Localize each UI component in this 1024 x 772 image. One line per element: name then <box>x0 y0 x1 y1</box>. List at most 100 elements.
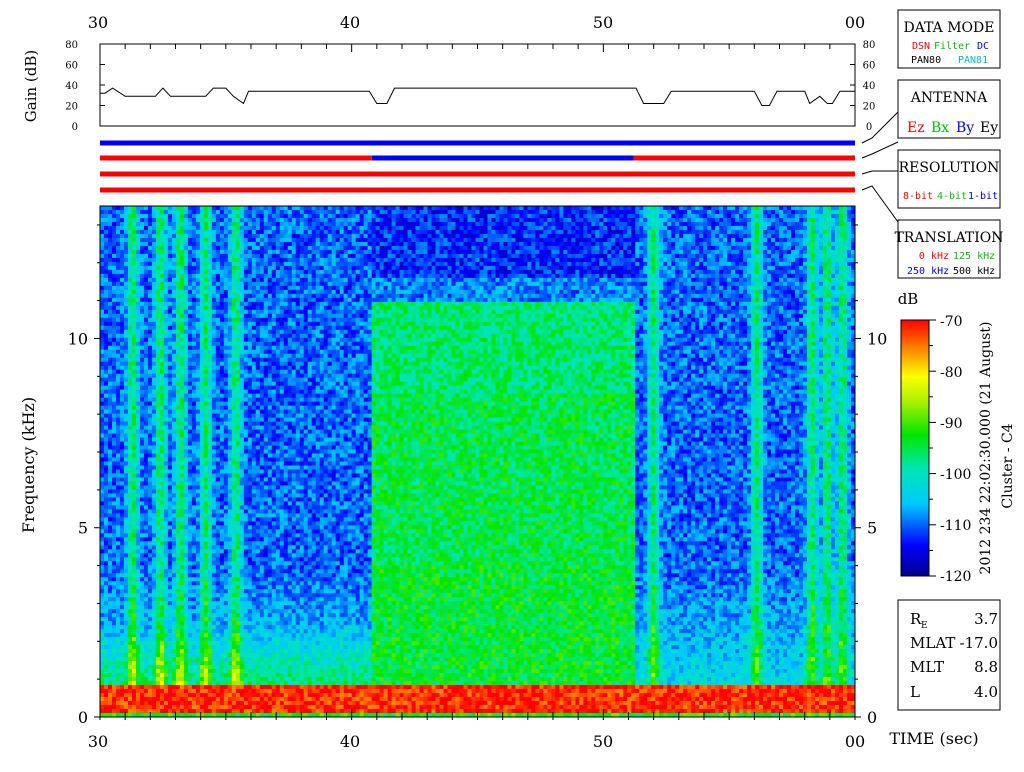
spectrogram-cell <box>108 629 112 633</box>
spectrogram-cell <box>192 657 196 661</box>
spectrogram-cell <box>176 430 180 434</box>
spectrogram-cell <box>240 302 244 306</box>
spectrogram-cell <box>164 314 168 318</box>
spectrogram-cell <box>188 709 192 713</box>
spectrogram-cell <box>128 669 132 673</box>
spectrogram-cell <box>108 493 112 497</box>
spectrogram-cell <box>212 242 216 246</box>
spectrogram-cell <box>136 250 140 254</box>
spectrogram-cell <box>124 382 128 386</box>
spectrogram-cell <box>164 270 168 274</box>
spectrogram-cell <box>144 234 148 238</box>
spectrogram-cell <box>136 418 140 422</box>
spectrogram-cell <box>232 681 236 685</box>
spectrogram-cell <box>116 358 120 362</box>
spectrogram-cell <box>116 509 120 513</box>
spectrogram-cell <box>240 477 244 481</box>
spectrogram-cell <box>208 697 212 701</box>
spectrogram-cell <box>240 509 244 513</box>
spectrogram-cell <box>144 314 148 318</box>
spectrogram-cell <box>212 282 216 286</box>
spectrogram-cell <box>172 513 176 517</box>
spectrogram-cell <box>180 557 184 561</box>
spectrogram-cell <box>204 382 208 386</box>
spectrogram-cell <box>164 458 168 462</box>
spectrogram-cell <box>240 533 244 537</box>
spectrogram-cell <box>148 609 152 613</box>
spectrogram-cell <box>240 362 244 366</box>
spectrogram-cell <box>184 493 188 497</box>
spectrogram-cell <box>152 585 156 589</box>
spectrogram-cell <box>120 242 124 246</box>
spectrogram-cell <box>120 469 124 473</box>
spectrogram-cell <box>208 262 212 266</box>
spectrogram-cell <box>176 270 180 274</box>
spectrogram-cell <box>120 697 124 701</box>
spectrogram-cell <box>120 258 124 262</box>
spectrogram-cell <box>140 509 144 513</box>
spectrogram-cell <box>200 342 204 346</box>
spectrogram-cell <box>156 266 160 270</box>
spectrogram-cell <box>176 274 180 278</box>
spectrogram-cell <box>220 410 224 414</box>
spectrogram-cell <box>104 222 108 226</box>
spectrogram-cell <box>148 382 152 386</box>
spectrogram-cell <box>244 653 248 657</box>
spectrogram-cell <box>224 469 228 473</box>
spectrogram-cell <box>228 585 232 589</box>
spectrogram-cell <box>140 322 144 326</box>
spectrogram-cell <box>212 693 216 697</box>
spectrogram-cell <box>200 621 204 625</box>
spectrogram-cell <box>240 218 244 222</box>
spectrogram-cell <box>156 621 160 625</box>
spectrogram-cell <box>140 561 144 565</box>
spectrogram-cell <box>244 294 248 298</box>
spectrogram-cell <box>196 569 200 573</box>
spectrogram-cell <box>188 214 192 218</box>
spectrogram-cell <box>204 485 208 489</box>
spectrogram-cell <box>116 577 120 581</box>
spectrogram-cell <box>200 394 204 398</box>
spectrogram-cell <box>232 290 236 294</box>
spectrogram-cell <box>128 505 132 509</box>
spectrogram-cell <box>164 410 168 414</box>
spectrogram-cell <box>120 549 124 553</box>
spectrogram-cell <box>244 350 248 354</box>
spectrogram-cell <box>152 629 156 633</box>
spectrogram-cell <box>216 501 220 505</box>
spectrogram-cell <box>248 677 252 681</box>
spectrogram-cell <box>148 693 152 697</box>
spectrogram-cell <box>232 497 236 501</box>
spectrogram-cell <box>188 701 192 705</box>
spectrogram-cell <box>212 545 216 549</box>
spectrogram-cell <box>200 657 204 661</box>
spectrogram-cell <box>232 458 236 462</box>
spectrogram-cell <box>152 406 156 410</box>
spectrogram-cell <box>192 358 196 362</box>
spectrogram-cell <box>172 314 176 318</box>
spectrogram-cell <box>112 585 116 589</box>
spectrogram-cell <box>160 314 164 318</box>
spectrogram-cell <box>180 342 184 346</box>
spectrogram-cell <box>192 669 196 673</box>
spectrogram-cell <box>236 442 240 446</box>
spectrogram-cell <box>112 481 116 485</box>
spectrogram-cell <box>204 274 208 278</box>
spectrogram-cell <box>176 402 180 406</box>
spectrogram-cell <box>100 462 104 466</box>
spectrogram-cell <box>124 286 128 290</box>
spectrogram-cell <box>156 414 160 418</box>
spectrogram-cell <box>176 565 180 569</box>
spectrogram-cell <box>232 330 236 334</box>
spectrogram-cell <box>128 465 132 469</box>
spectrogram-cell <box>140 294 144 298</box>
spectrogram-cell <box>164 302 168 306</box>
spectrogram-cell <box>132 533 136 537</box>
spectrogram-cell <box>124 302 128 306</box>
spectrogram-cell <box>156 362 160 366</box>
spectrogram-cell <box>184 653 188 657</box>
spectrogram-cell <box>228 633 232 637</box>
spectrogram-cell <box>220 398 224 402</box>
spectrogram-cell <box>204 446 208 450</box>
spectrogram-cell <box>164 581 168 585</box>
